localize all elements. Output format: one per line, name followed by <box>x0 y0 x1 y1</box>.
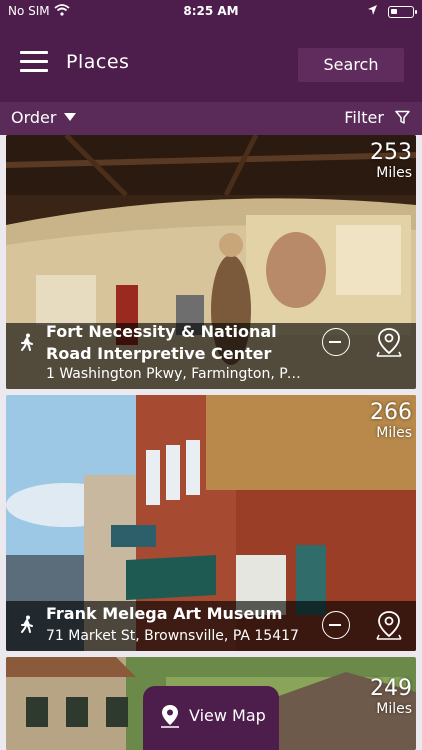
walking-icon <box>21 333 33 351</box>
clock: 8:25 AM <box>183 4 239 18</box>
sort-filter-bar: Order Filter <box>0 102 422 135</box>
order-label: Order <box>11 108 57 127</box>
place-address: 71 Market St, Brownsville, PA 15417 <box>46 628 299 644</box>
distance-unit: Miles <box>376 165 412 181</box>
distance-badge: 253 Miles <box>370 140 412 182</box>
walking-icon <box>21 615 33 633</box>
filter-button[interactable]: Filter <box>344 108 410 127</box>
distance-badge: 266 Miles <box>370 400 412 442</box>
distance-badge: 249 Miles <box>370 676 412 718</box>
distance-unit: Miles <box>376 425 412 441</box>
place-address: 1 Washington Pkwy, Farmington, PA... <box>46 366 306 382</box>
place-card[interactable]: 266 Miles Frank Melega Art Museum 71 Mar… <box>6 395 416 651</box>
location-arrow-icon <box>367 4 378 19</box>
funnel-icon <box>395 110 410 124</box>
distance-value: 249 <box>370 676 412 701</box>
nav-bar: Places Search <box>0 24 422 102</box>
remove-circle-icon[interactable] <box>322 328 350 356</box>
place-card[interactable]: 253 Miles Fort Necessity & National Road… <box>6 135 416 389</box>
battery-icon <box>388 6 417 18</box>
map-pin-icon[interactable] <box>374 610 404 642</box>
places-list[interactable]: 253 Miles Fort Necessity & National Road… <box>0 135 422 750</box>
place-info-overlay: Fort Necessity & National Road Interpret… <box>6 321 416 389</box>
place-name[interactable]: Fort Necessity & National Road Interpret… <box>46 321 306 365</box>
remove-circle-icon[interactable] <box>322 611 350 639</box>
chevron-down-icon <box>64 113 77 121</box>
hamburger-icon[interactable] <box>20 51 50 73</box>
place-info-overlay: Frank Melega Art Museum 71 Market St, Br… <box>6 601 416 651</box>
map-pin-icon[interactable] <box>374 327 404 359</box>
search-button[interactable]: Search <box>298 48 404 82</box>
distance-value: 266 <box>370 400 412 425</box>
page-title: Places <box>66 51 130 73</box>
distance-unit: Miles <box>376 701 412 717</box>
view-map-label: View Map <box>189 706 266 725</box>
filter-label: Filter <box>344 108 384 127</box>
distance-value: 253 <box>370 140 412 165</box>
status-bar: No SIM 8:25 AM <box>0 0 422 24</box>
order-dropdown[interactable]: Order <box>11 108 77 127</box>
view-map-button[interactable]: View Map <box>143 686 279 750</box>
place-name[interactable]: Frank Melega Art Museum <box>46 603 306 625</box>
map-pin-icon <box>161 705 179 728</box>
